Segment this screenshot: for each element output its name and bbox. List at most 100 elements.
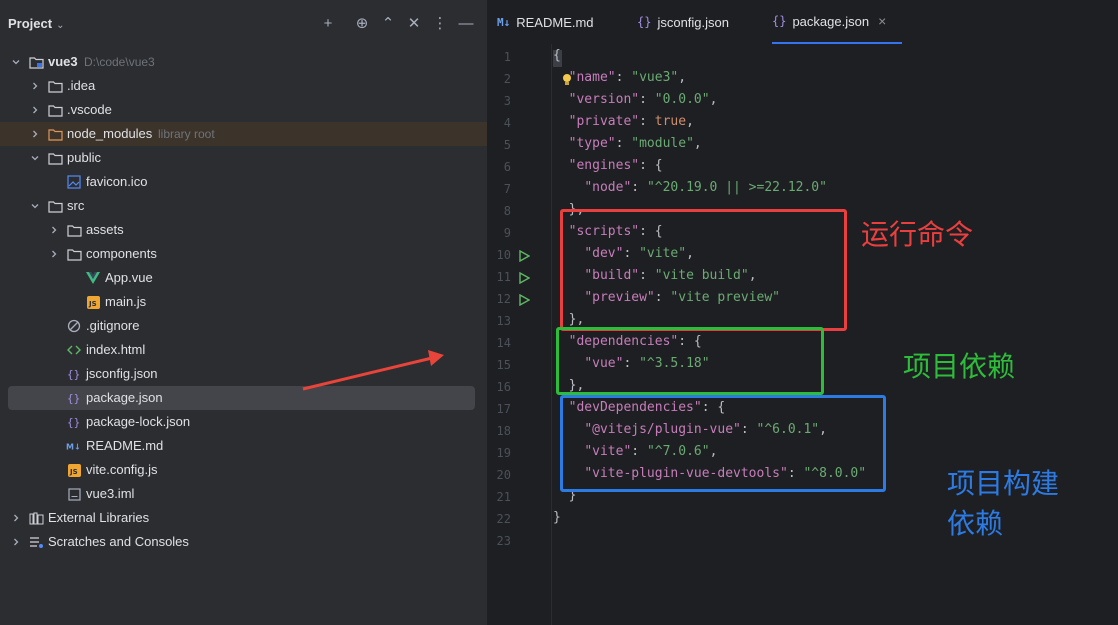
code-token: { (553, 48, 561, 63)
chevron-right-icon[interactable] (48, 224, 60, 236)
tree-item[interactable]: Scratches and Consoles (0, 530, 487, 554)
editor-tab-bar: M↓ README.md {} jsconfig.json {} package.json… (487, 0, 1118, 44)
tree-item-label: package-lock.json (86, 414, 191, 429)
tree-item[interactable]: favicon.ico (0, 170, 487, 194)
add-icon[interactable]: + (318, 13, 338, 33)
tree-item[interactable]: vue3 D:\code\vue3 (0, 50, 487, 74)
scratches-icon (28, 534, 44, 550)
tree-item[interactable]: .vscode (0, 98, 487, 122)
gitignore-icon (66, 318, 82, 334)
tree-item[interactable]: node_modules library root (0, 122, 487, 146)
line-number: 1 (503, 50, 511, 64)
tree-item[interactable]: components (0, 242, 487, 266)
run-icon[interactable] (518, 249, 531, 263)
tree-item[interactable]: External Libraries (0, 506, 487, 530)
scripts-annotation-box (560, 209, 847, 331)
close-icon[interactable]: × (878, 13, 886, 29)
editor-tab[interactable]: {} package.json × (772, 0, 902, 44)
chevron-down-icon[interactable] (29, 200, 41, 212)
tree-item-label: favicon.ico (86, 174, 148, 189)
chevron-right-icon[interactable] (29, 128, 41, 140)
json-icon: {} (637, 15, 652, 29)
folder-icon (47, 78, 63, 94)
vue-file-icon (85, 270, 101, 286)
tree-item[interactable]: {} package.json (0, 386, 487, 410)
project-path: D:\code\vue3 (84, 55, 155, 69)
code-token: "name" (568, 70, 616, 85)
chevron-down-icon[interactable] (29, 152, 41, 164)
folder-icon (47, 150, 63, 166)
line-number: 9 (503, 226, 511, 240)
svg-text:JS: JS (69, 468, 78, 476)
markdown-file-icon: M↓ (66, 438, 82, 454)
svg-text:JS: JS (88, 300, 97, 308)
tree-item[interactable]: assets (0, 218, 487, 242)
code-token: "0.0.0" (654, 92, 710, 107)
expand-all-icon[interactable]: ⌃ (378, 13, 398, 33)
line-number: 8 (503, 204, 511, 218)
tree-item[interactable]: src (0, 194, 487, 218)
javascript-file-icon: JS (85, 294, 101, 310)
tree-item-label: README.md (86, 438, 164, 453)
editor-tab[interactable]: M↓ README.md (497, 0, 617, 44)
tree-item-label: index.html (86, 342, 146, 357)
tree-item[interactable]: M↓ README.md (0, 434, 487, 458)
tree-item-label: External Libraries (48, 510, 150, 525)
project-panel: Project ⌄ + ⊕ ⌃ ✕ ⋮ — vue3 D:\code\vue3 .id… (0, 0, 487, 625)
editor-tab[interactable]: {} jsconfig.json (637, 0, 762, 44)
tree-item-label: assets (86, 222, 124, 237)
code-line: "engines": { (553, 158, 663, 173)
module-folder-icon (28, 54, 44, 70)
tree-item[interactable]: .gitignore (0, 314, 487, 338)
tree-item[interactable]: JS main.js (0, 290, 487, 314)
code-token: "version" (568, 92, 640, 107)
tree-item[interactable]: {} jsconfig.json (0, 362, 487, 386)
libraries-icon (28, 510, 44, 526)
javascript-file-icon: JS (66, 462, 82, 478)
chevron-right-icon[interactable] (29, 80, 41, 92)
tree-item[interactable]: vue3.iml (0, 482, 487, 506)
tree-item-label: Scratches and Consoles (48, 534, 189, 549)
chevron-right-icon[interactable] (48, 248, 60, 260)
locate-icon[interactable]: ⊕ (352, 13, 372, 33)
tree-item[interactable]: {} package-lock.json (0, 410, 487, 434)
collapse-all-icon[interactable]: ✕ (404, 13, 424, 33)
code-token: : (639, 114, 655, 129)
line-number: 12 (496, 292, 511, 306)
hide-panel-icon[interactable]: — (456, 13, 476, 33)
line-number: 20 (496, 468, 511, 482)
tree-item[interactable]: App.vue (0, 266, 487, 290)
run-icon[interactable] (518, 271, 531, 285)
folder-icon (47, 126, 63, 142)
more-options-icon[interactable]: ⋮ (430, 13, 450, 33)
run-icon[interactable] (518, 293, 531, 307)
tree-item-label: main.js (105, 294, 147, 309)
tab-label: README.md (516, 14, 594, 30)
json-file-icon: {} (66, 366, 82, 382)
tree-item-label: package.json (86, 390, 163, 405)
code-line: "private": true, (553, 114, 694, 129)
dependencies-annotation-label: 项目依赖 (903, 350, 1016, 383)
chevron-right-icon[interactable] (10, 512, 22, 524)
code-token: "module" (631, 136, 694, 151)
gutter-divider (551, 44, 552, 625)
tree-item[interactable]: .idea (0, 74, 487, 98)
tree-item[interactable]: JS vite.config.js (0, 458, 487, 482)
tree-item-label: components (86, 246, 157, 261)
tree-item[interactable]: public (0, 146, 487, 170)
svg-text:M↓: M↓ (66, 443, 81, 452)
editor: M↓ README.md {} jsconfig.json {} package.json… (487, 0, 1118, 625)
dev-dependencies-annotation-box (560, 395, 886, 492)
lightbulb-icon[interactable] (561, 73, 573, 87)
project-view-selector[interactable]: Project ⌄ (8, 16, 64, 31)
chevron-right-icon[interactable] (29, 104, 41, 116)
tree-item-label: vue3 (48, 54, 78, 69)
tree-item[interactable]: index.html (0, 338, 487, 362)
project-panel-header: Project ⌄ + ⊕ ⌃ ✕ ⋮ — (0, 0, 487, 48)
folder-icon (66, 222, 82, 238)
chevron-right-icon[interactable] (10, 536, 22, 548)
chevron-down-icon[interactable] (10, 56, 22, 68)
tree-item-label: vue3.iml (86, 486, 135, 501)
